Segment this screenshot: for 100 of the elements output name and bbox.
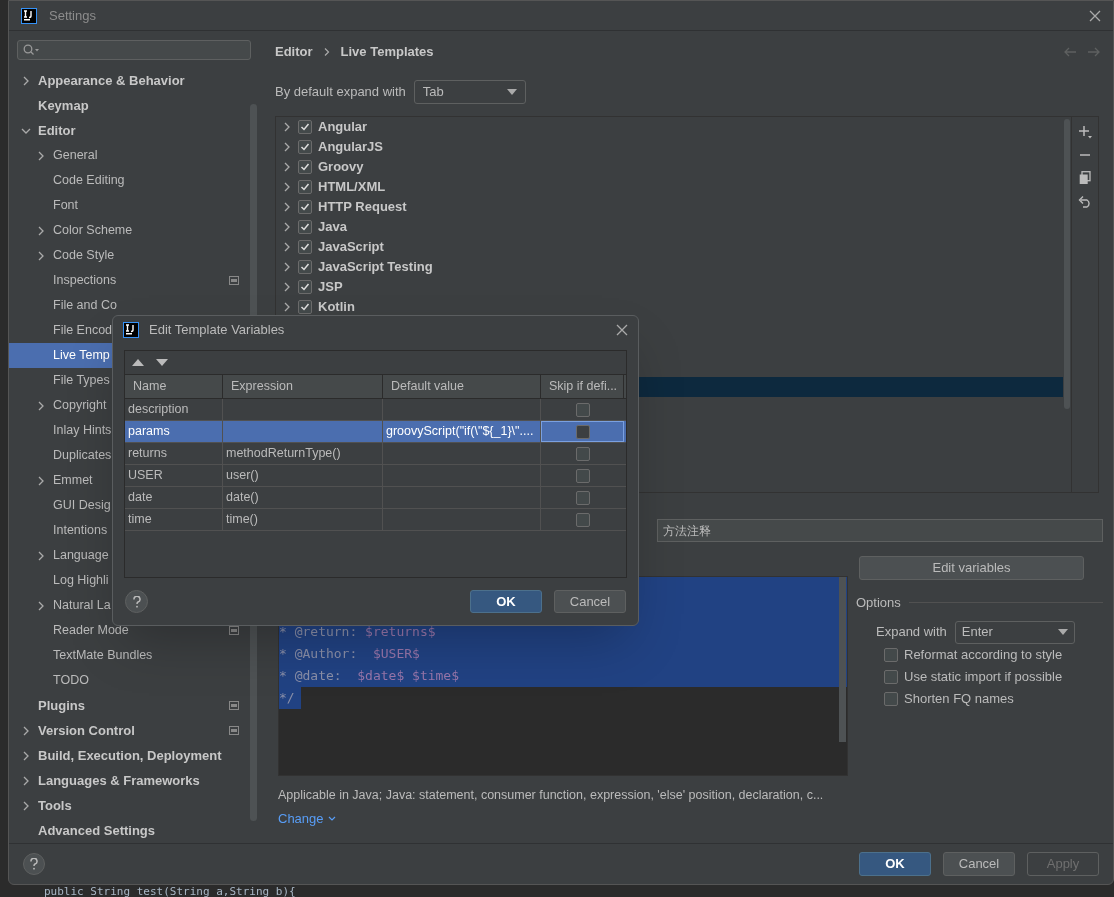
add-icon[interactable] <box>1078 125 1092 139</box>
tree-item[interactable]: Code Editing <box>53 171 125 190</box>
checkbox[interactable] <box>884 647 898 662</box>
template-group[interactable]: Angular <box>318 117 368 137</box>
checkbox[interactable] <box>298 240 312 254</box>
section-title: Options <box>856 594 901 612</box>
checkbox[interactable] <box>298 300 312 314</box>
close-icon[interactable] <box>616 324 628 336</box>
tree-item[interactable]: GUI Desig <box>53 496 111 515</box>
checkbox-label[interactable]: Reformat according to style <box>904 644 1063 665</box>
column-header[interactable]: Default value <box>383 375 541 398</box>
tree-item[interactable]: Emmet <box>53 471 93 490</box>
checkbox[interactable] <box>884 691 898 706</box>
checkbox[interactable] <box>298 220 312 234</box>
expand-with-dropdown[interactable]: Enter <box>954 620 1075 644</box>
tree-item[interactable]: Copyright <box>53 396 107 415</box>
checkbox[interactable] <box>298 180 312 194</box>
tree-item[interactable]: Keymap <box>38 95 89 116</box>
search-icon <box>23 44 39 56</box>
checkbox[interactable] <box>884 669 898 684</box>
checkbox[interactable] <box>575 512 590 527</box>
scrollbar[interactable] <box>1064 119 1070 409</box>
ok-button[interactable]: OK <box>859 852 931 876</box>
template-group[interactable]: HTTP Request <box>318 197 407 217</box>
checkbox[interactable] <box>298 140 312 154</box>
question-mark-icon <box>30 858 38 870</box>
tree-item[interactable]: Advanced Settings <box>38 820 156 841</box>
tree-item[interactable]: File Encod <box>53 321 113 340</box>
tree-item[interactable]: File and Co <box>53 296 117 315</box>
tree-item[interactable]: Version Control <box>38 720 135 741</box>
checkbox[interactable] <box>298 260 312 274</box>
template-group[interactable]: Kotlin <box>318 297 355 317</box>
tree-item[interactable]: Natural La <box>53 596 111 615</box>
checkbox[interactable] <box>575 490 590 505</box>
description-field[interactable]: 方法注释 <box>657 519 1103 542</box>
checkbox[interactable] <box>298 160 312 174</box>
tree-item[interactable]: TextMate Bundles <box>53 646 153 665</box>
ok-button[interactable]: OK <box>470 590 542 613</box>
checkbox[interactable] <box>575 424 590 439</box>
move-down-icon[interactable] <box>156 359 168 366</box>
table-cell: time() <box>223 509 383 530</box>
move-up-icon[interactable] <box>132 359 144 366</box>
tree-item[interactable]: Inspections <box>53 271 117 290</box>
table-cell: methodReturnType() <box>223 443 383 464</box>
tree-item[interactable]: General <box>53 146 98 165</box>
checkbox[interactable] <box>575 402 590 417</box>
change-link[interactable]: Change <box>278 808 336 829</box>
template-group[interactable]: HTML/XML <box>318 177 386 197</box>
field-label: Expand with <box>876 623 947 642</box>
checkbox-label[interactable]: Shorten FQ names <box>904 688 1014 709</box>
selected-table-row[interactable]: params groovyScript("if(\"${_1}\".... <box>125 421 626 443</box>
cancel-button[interactable]: Cancel <box>554 590 626 613</box>
tree-item[interactable]: Editor <box>38 120 76 141</box>
tree-item[interactable]: Build, Execution, Deployment <box>38 745 222 766</box>
breadcrumb-item[interactable]: Editor <box>275 42 313 62</box>
column-header[interactable]: Expression <box>223 375 383 398</box>
table-cell: date() <box>223 487 383 508</box>
close-icon[interactable] <box>1089 9 1101 22</box>
expand-with-dropdown[interactable]: Tab <box>413 80 526 104</box>
dialog-button[interactable]: Cancel <box>943 852 1015 876</box>
tree-item[interactable]: File Types <box>53 371 110 390</box>
template-group[interactable]: Java <box>318 217 347 237</box>
tree-item[interactable]: Appearance & Behavior <box>38 70 185 91</box>
checkbox-label[interactable]: Use static import if possible <box>904 666 1063 687</box>
tree-item[interactable]: TODO <box>53 671 89 690</box>
help-button[interactable] <box>23 853 45 875</box>
tree-item[interactable]: Log Highli <box>53 571 109 590</box>
checkbox[interactable] <box>575 446 590 461</box>
app-logo-icon <box>123 322 139 338</box>
column-header[interactable]: Name <box>125 375 223 398</box>
tree-item[interactable]: Code Style <box>53 246 115 265</box>
checkbox[interactable] <box>575 468 590 483</box>
edit-variables-button[interactable]: Edit variables <box>859 556 1084 580</box>
table-cell: returns <box>125 443 223 464</box>
checkbox[interactable] <box>298 200 312 214</box>
help-button[interactable] <box>125 590 148 613</box>
undo-icon[interactable] <box>1078 195 1092 208</box>
tree-item[interactable]: Tools <box>38 795 72 816</box>
table-cell: date <box>125 487 223 508</box>
checkbox[interactable] <box>298 120 312 134</box>
code-line: public String test(String a,String b){ <box>44 886 296 897</box>
tree-item[interactable]: Intentions <box>53 521 108 540</box>
template-group[interactable]: Groovy <box>318 157 364 177</box>
tree-item[interactable]: Color Scheme <box>53 221 133 240</box>
scrollbar[interactable] <box>839 577 846 742</box>
tree-item[interactable]: Language <box>53 546 109 565</box>
copy-icon[interactable] <box>1079 171 1091 185</box>
tree-item[interactable]: Inlay Hints <box>53 421 112 440</box>
search-field[interactable] <box>17 40 251 60</box>
tree-item[interactable]: Languages & Frameworks <box>38 770 200 791</box>
checkbox[interactable] <box>298 280 312 294</box>
template-group[interactable]: JSP <box>318 277 343 297</box>
template-group[interactable]: JavaScript Testing <box>318 257 433 277</box>
template-group[interactable]: JavaScript <box>318 237 384 257</box>
tree-item[interactable]: Font <box>53 196 78 215</box>
tree-item[interactable]: Reader Mode <box>53 621 129 640</box>
tree-item[interactable]: Plugins <box>38 695 85 716</box>
tree-item[interactable]: Duplicates <box>53 446 112 465</box>
column-header[interactable]: Skip if defi... <box>541 375 624 398</box>
template-group[interactable]: AngularJS <box>318 137 383 157</box>
